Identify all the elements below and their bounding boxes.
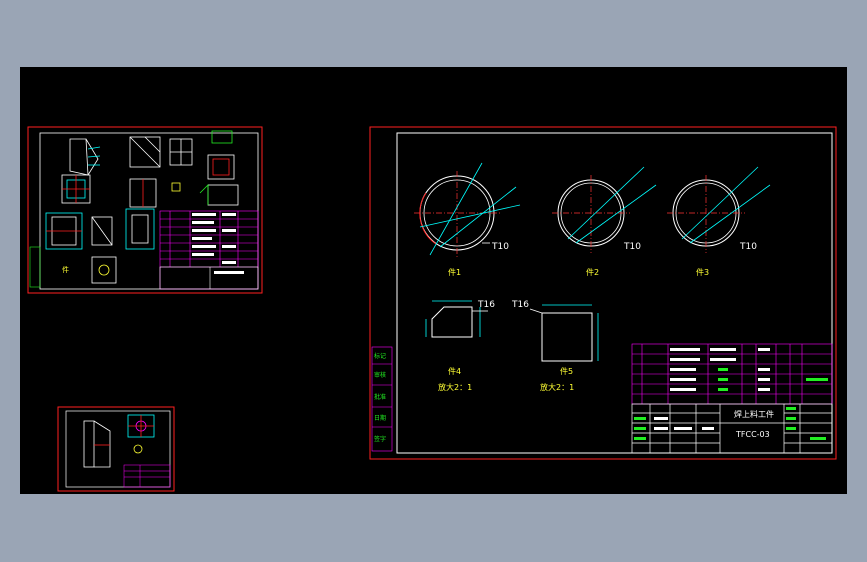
ring-2-thickness: T10 [623, 242, 641, 252]
main-bom-table [631, 343, 833, 405]
sheet-tl-hopper [129, 130, 235, 180]
ring-3-thickness: T10 [739, 242, 757, 252]
strip-label-4: 日期 [374, 414, 386, 422]
strip-label-1: 标记 [374, 352, 386, 360]
sheet-tl-part-label: 件 [62, 265, 69, 274]
ring-part-3: T10 件3 [667, 166, 771, 277]
cad-drawing-canvas[interactable]: 件 标记 审核 批准 日期 签字 T10 件1 T10 件2 T10 件3 T1… [20, 67, 847, 494]
detail-5-scale: 放大2：1 [540, 382, 574, 392]
ring-3-label: 件3 [696, 267, 709, 277]
strip-label-5: 签字 [374, 435, 386, 443]
title-block-drawing-no: TFCC-03 [735, 430, 770, 439]
detail-4-thickness: T16 [477, 300, 495, 310]
detail-4-label: 件4 [448, 366, 461, 376]
main-left-strip: 标记 审核 批准 日期 签字 [371, 346, 393, 452]
title-block-name: 焊上料工件 [734, 409, 774, 419]
detail-5-thickness: T16 [511, 300, 529, 310]
detail-part-4: T16 件4 放大2：1 [425, 300, 495, 392]
sheet-tl-assembly [61, 174, 239, 208]
ring-1-label: 件1 [448, 267, 461, 277]
strip-label-3: 批准 [374, 393, 386, 401]
drawing-svg: 件 标记 审核 批准 日期 签字 T10 件1 T10 件2 T10 件3 T1… [27, 126, 837, 492]
ring-1-thickness: T10 [491, 242, 509, 252]
sheet-tl-funnel [69, 138, 101, 176]
detail-4-scale: 放大2：1 [438, 382, 472, 392]
ring-part-1: T10 件1 [414, 162, 521, 277]
detail-part-5: T16 件5 放大2：1 [511, 300, 599, 392]
sheet-top-left[interactable]: 件 [27, 126, 263, 294]
ring-part-2: T10 件2 [552, 166, 657, 277]
sheet-main[interactable]: 标记 审核 批准 日期 签字 T10 件1 T10 件2 T10 件3 T16 … [369, 126, 837, 460]
sheet-bottom-left[interactable] [57, 406, 175, 492]
sheet-bl-views [83, 414, 155, 468]
detail-5-label: 件5 [560, 366, 573, 376]
ring-2-label: 件2 [586, 267, 599, 277]
sheet-bl-table [123, 464, 171, 488]
strip-label-2: 审核 [374, 371, 386, 379]
